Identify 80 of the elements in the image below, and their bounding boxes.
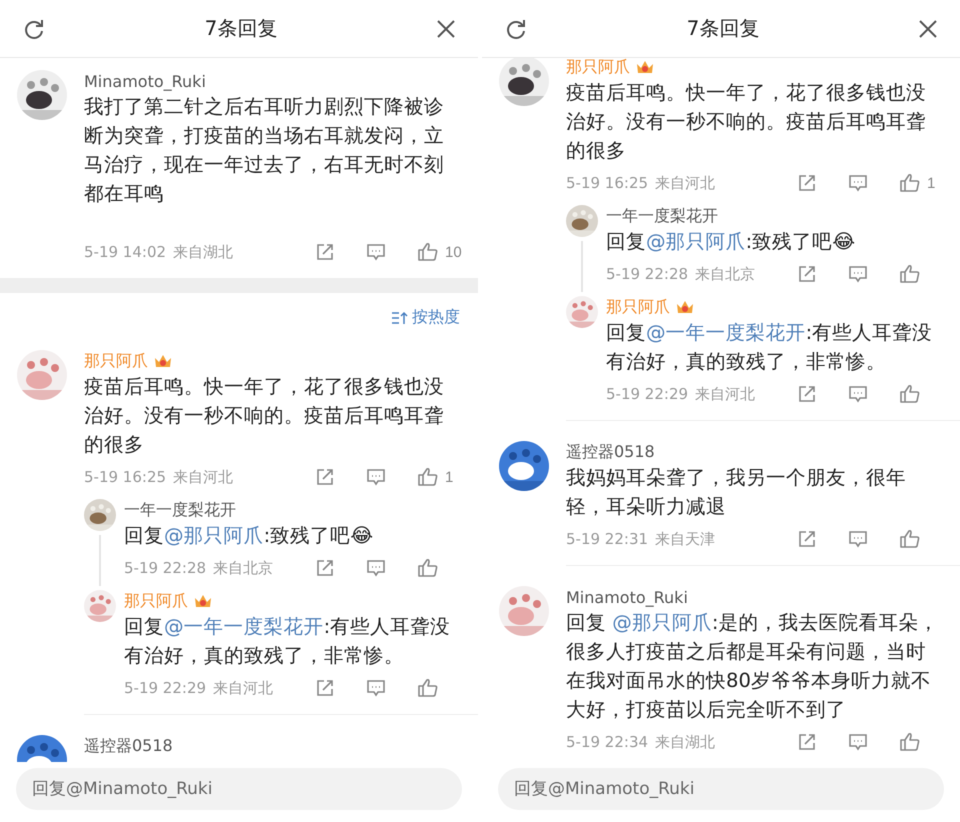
location-label: 来自河北 (655, 174, 716, 192)
mention-link[interactable]: @那只阿爪 (164, 524, 264, 547)
thumbs-up-icon (417, 467, 439, 487)
location-label: 来自湖北 (655, 732, 716, 752)
author-name[interactable]: 那只阿爪 (84, 350, 148, 372)
author-name[interactable]: 那只阿爪 (566, 58, 630, 78)
comment-text: 回复 @那只阿爪:是的，我去医院看耳朵，很多人打疫苗之后都是耳朵有问题，当时在我对面吊水的快80岁爷爷本身听力就不大好，打疫苗以后完全听不到了 (566, 610, 940, 723)
like-button[interactable]: 1 (417, 467, 463, 487)
thumbs-up-icon (899, 384, 921, 404)
timestamp: 5-19 22:28 (606, 265, 688, 283)
author-name[interactable]: 遥控器0518 (566, 442, 655, 462)
share-icon (315, 242, 335, 262)
comment-text: 疫苗后耳鸣。快一年了，花了很多钱也没治好。没有一秒不响的。疫苗后耳鸣耳聋的很多 (84, 374, 445, 458)
location-label: 来自河北 (213, 678, 274, 698)
author-name[interactable]: Minamoto_Ruki (566, 588, 688, 606)
sort-icon (391, 310, 409, 324)
thumbs-up-icon (417, 242, 439, 262)
location-label: 来自河北 (173, 468, 234, 486)
comment-text: 我妈妈耳朵聋了，我另一个朋友，很年轻，耳朵听力减退 (566, 465, 907, 520)
share-icon (797, 173, 817, 193)
comment-text: 我打了第二针之后右耳听力剧烈下降被诊断为突聋，打疫苗的当场右耳就发闷，立马治疗，现在一年过去了，右耳无时不刻都在耳鸣 (84, 94, 445, 207)
comment-icon (848, 529, 868, 549)
reply-input[interactable]: 回复@Minamoto_Ruki (498, 768, 944, 810)
share-icon (797, 732, 817, 752)
share-icon (797, 529, 817, 549)
comment-text: 疫苗后耳鸣。快一年了，花了很多钱也没治好。没有一秒不响的。疫苗后耳鸣耳聋的很多 (566, 80, 927, 164)
author-name[interactable]: 那只阿爪 (124, 590, 188, 612)
mention-link[interactable]: @那只阿爪 (612, 611, 712, 634)
location-label: 来自北京 (695, 264, 756, 284)
comment-icon (848, 384, 868, 404)
share-icon (315, 558, 335, 578)
timestamp: 5-19 22:31 (566, 530, 648, 548)
comment-icon (366, 242, 386, 262)
comment-text: 回复@那只阿爪:致残了吧😂 (606, 229, 856, 255)
timestamp: 5-19 22:28 (124, 559, 206, 577)
comment-icon (848, 732, 868, 752)
timestamp: 5-19 16:25 (84, 468, 166, 486)
author-name[interactable]: 遥控器0518 (84, 736, 173, 756)
like-button[interactable]: 1 (899, 173, 945, 193)
share-icon (797, 384, 817, 404)
comment-icon (366, 678, 386, 698)
window-title: 7条回复 (686, 15, 760, 42)
share-icon (315, 467, 335, 487)
author-name[interactable]: Minamoto_Ruki (84, 72, 206, 90)
share-icon (797, 264, 817, 284)
thumbs-up-icon (899, 529, 921, 549)
author-name[interactable]: 一年一度梨花开 (124, 500, 236, 520)
comment-text: 回复@一年一度梨花开:有些人耳聋没有治好，真的致残了，非常惨。 (124, 614, 452, 669)
close-icon (918, 18, 938, 38)
comment-icon (848, 264, 868, 284)
thumbs-up-icon (417, 558, 439, 578)
reply-input[interactable]: 回复@Minamoto_Ruki (16, 768, 462, 810)
mention-link[interactable]: @一年一度梨花开 (164, 615, 324, 638)
location-label: 来自湖北 (173, 242, 234, 262)
comment-text: 回复@那只阿爪:致残了吧😂 (124, 523, 374, 549)
like-button[interactable]: 10 (417, 242, 463, 262)
comment-icon (848, 173, 868, 193)
sort-button[interactable]: 按热度 (391, 307, 460, 328)
thumbs-up-icon (417, 678, 439, 698)
comment-icon (366, 558, 386, 578)
mention-link[interactable]: @一年一度梨花开 (646, 321, 806, 344)
location-label: 来自天津 (655, 530, 716, 548)
thumbs-up-icon (899, 264, 921, 284)
close-icon (436, 18, 456, 38)
share-icon (315, 678, 335, 698)
timestamp: 5-19 16:25 (566, 174, 648, 192)
window-title: 7条回复 (204, 15, 278, 42)
timestamp: 5-19 14:02 (84, 243, 166, 261)
timestamp: 5-19 22:34 (566, 733, 648, 751)
author-name[interactable]: 一年一度梨花开 (606, 206, 718, 226)
comment-text: 回复@一年一度梨花开:有些人耳聋没有治好，真的致残了，非常惨。 (606, 320, 934, 375)
thumbs-up-icon (899, 732, 921, 752)
author-name[interactable]: 那只阿爪 (606, 296, 670, 318)
timestamp: 5-19 22:29 (124, 679, 206, 697)
comment-icon (366, 467, 386, 487)
mention-link[interactable]: @那只阿爪 (646, 230, 746, 253)
location-label: 来自北京 (213, 558, 274, 578)
location-label: 来自河北 (695, 384, 756, 404)
timestamp: 5-19 22:29 (606, 385, 688, 403)
thumbs-up-icon (899, 173, 921, 193)
